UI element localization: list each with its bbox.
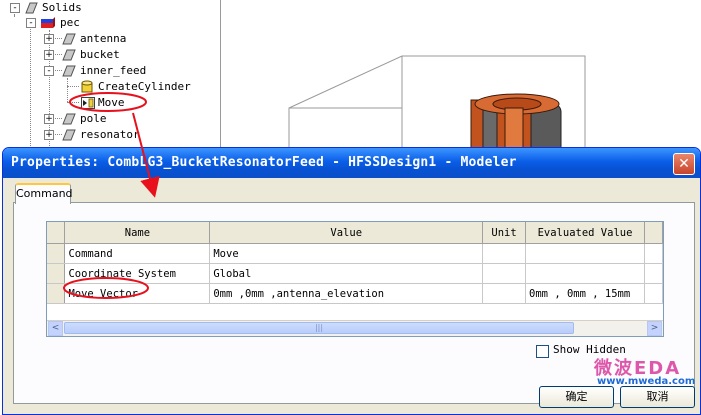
ok-button[interactable]: 确定 xyxy=(539,386,614,408)
cell-name: Command xyxy=(64,243,211,264)
expand-toggle[interactable]: + xyxy=(44,34,54,44)
tab-command[interactable]: Command xyxy=(15,183,73,204)
cell-unit[interactable] xyxy=(482,263,527,284)
expand-toggle[interactable]: + xyxy=(44,130,54,140)
watermark-url: www.mweda.com xyxy=(597,376,696,387)
solid-object-icon xyxy=(62,49,76,61)
tree-item-label: CreateCylinder xyxy=(98,80,191,93)
tree-item-label: bucket xyxy=(80,48,120,61)
cell-name: Move Vector xyxy=(64,283,211,304)
tree-item-resonator[interactable]: + resonator xyxy=(0,127,200,143)
tree-item-antenna[interactable]: + antenna xyxy=(0,31,200,47)
tab-panel: Name Value Unit Evaluated Value Command … xyxy=(13,202,695,404)
table-row[interactable]: Move Vector 0mm ,0mm ,antenna_elevation … xyxy=(47,283,663,304)
tree-item-create-cylinder[interactable]: CreateCylinder xyxy=(0,79,200,95)
row-header[interactable] xyxy=(47,283,66,304)
scroll-thumb[interactable]: ||| xyxy=(64,322,574,334)
close-button[interactable]: ✕ xyxy=(673,153,695,175)
cell-unit[interactable] xyxy=(482,243,527,264)
cell-filler xyxy=(644,243,663,264)
solid-folder-icon xyxy=(25,2,38,14)
expand-toggle[interactable]: + xyxy=(44,114,54,124)
properties-table: Name Value Unit Evaluated Value Command … xyxy=(47,222,663,304)
solid-object-icon xyxy=(62,113,76,125)
solid-object-icon xyxy=(62,129,76,141)
collapse-toggle[interactable]: - xyxy=(10,3,20,13)
cell-value[interactable]: Global xyxy=(209,263,484,284)
row-header[interactable] xyxy=(47,263,66,284)
material-icon xyxy=(41,17,55,28)
table-row[interactable]: Command Move xyxy=(47,243,663,264)
properties-grid: Name Value Unit Evaluated Value Command … xyxy=(46,221,664,337)
modeler-3d-view[interactable] xyxy=(221,0,701,149)
column-header-evaluated-value[interactable]: Evaluated Value xyxy=(525,222,645,244)
move-icon xyxy=(81,97,95,109)
cell-evaluated xyxy=(525,263,645,284)
cell-filler xyxy=(644,283,663,304)
column-header-filler xyxy=(644,222,663,244)
cell-value[interactable]: 0mm ,0mm ,antenna_elevation xyxy=(209,283,484,304)
tree-item-label: Solids xyxy=(42,1,82,14)
tree-item-label: Move xyxy=(98,96,125,109)
collapse-toggle[interactable]: - xyxy=(26,18,36,28)
tree-item-solids[interactable]: - Solids xyxy=(0,0,200,16)
horizontal-scrollbar[interactable]: < ||| > xyxy=(47,320,663,336)
solid-object-icon xyxy=(62,33,76,45)
model-tree: - Solids - pec + antenna + bucket - inne… xyxy=(0,0,221,150)
cancel-button[interactable]: 取消 xyxy=(620,386,695,408)
tree-item-inner-feed[interactable]: - inner_feed xyxy=(0,63,200,79)
cylinder-icon xyxy=(81,80,93,93)
tree-item-label: resonator xyxy=(80,128,140,141)
tree-item-pec[interactable]: - pec xyxy=(0,15,200,31)
solid-object-icon xyxy=(62,65,76,77)
dialog-title: Properties: CombLG3_BucketResonatorFeed … xyxy=(11,155,517,170)
cylinder-model xyxy=(470,93,562,149)
cell-evaluated: 0mm , 0mm , 15mm xyxy=(525,283,645,304)
tree-item-bucket[interactable]: + bucket xyxy=(0,47,200,63)
cell-evaluated xyxy=(525,243,645,264)
tree-item-label: pole xyxy=(80,112,107,125)
tree-item-label: antenna xyxy=(80,32,127,45)
collapse-toggle[interactable]: - xyxy=(44,66,54,76)
row-header-corner xyxy=(47,222,66,244)
expand-toggle[interactable]: + xyxy=(44,50,54,60)
scroll-right-button[interactable]: > xyxy=(647,321,662,336)
column-header-value[interactable]: Value xyxy=(209,222,484,244)
tree-item-move[interactable]: Move xyxy=(0,95,200,111)
cell-value[interactable]: Move xyxy=(209,243,484,264)
cell-unit[interactable] xyxy=(482,283,527,304)
show-hidden-checkbox[interactable] xyxy=(536,345,549,358)
scroll-left-button[interactable]: < xyxy=(48,321,63,336)
table-header-row: Name Value Unit Evaluated Value xyxy=(47,222,663,244)
column-header-unit[interactable]: Unit xyxy=(482,222,527,244)
cell-filler xyxy=(644,263,663,284)
tree-item-label: inner_feed xyxy=(80,64,147,77)
region-box-wireframe xyxy=(288,55,586,149)
dialog-title-bar[interactable]: Properties: CombLG3_BucketResonatorFeed … xyxy=(3,148,700,178)
tree-item-pole[interactable]: + pole xyxy=(0,111,200,127)
row-header[interactable] xyxy=(47,243,66,264)
table-row[interactable]: Coordinate System Global xyxy=(47,263,663,284)
column-header-name[interactable]: Name xyxy=(64,222,211,244)
cell-name: Coordinate System xyxy=(64,263,211,284)
tree-item-label: pec xyxy=(60,16,80,29)
